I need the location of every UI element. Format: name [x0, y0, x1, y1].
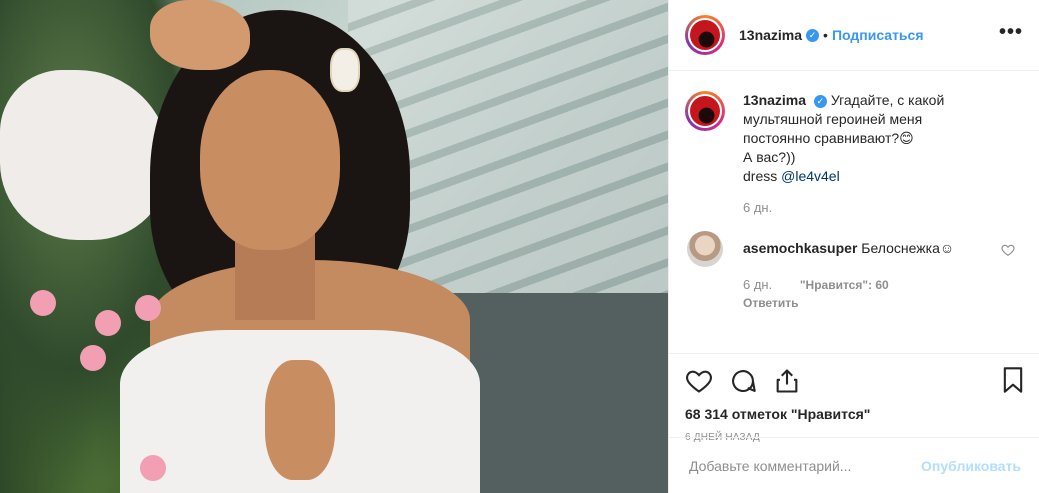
author-avatar[interactable] — [685, 15, 725, 55]
caption-line-4: А вас?)) — [743, 149, 796, 165]
more-options-icon[interactable]: ••• — [999, 22, 1023, 42]
share-icon[interactable] — [773, 367, 801, 395]
follow-button[interactable]: Подписаться — [832, 27, 924, 43]
caption-avatar[interactable] — [685, 91, 725, 131]
comment-text: asemochkasuper Белоснежка☺ — [743, 239, 993, 258]
caption-line-3: постоянно сравнивают?😊 — [743, 130, 914, 146]
comment-meta: 6 дн. "Нравится": 60 — [743, 277, 1023, 292]
caption-line-1: Угадайте, с какой — [830, 92, 945, 108]
comment-username[interactable]: asemochkasuper — [743, 240, 857, 256]
comment-likes[interactable]: "Нравится": 60 — [800, 278, 889, 292]
commenter-avatar[interactable] — [687, 231, 723, 267]
comments-section: 13nazima ✓ Угадайте, с какой мультяшной … — [669, 71, 1039, 353]
post-header: 13nazima ✓ • Подписаться ••• — [669, 0, 1039, 71]
add-comment-bar: Опубликовать — [669, 437, 1039, 493]
action-icons — [685, 366, 1023, 396]
comment-like-heart-icon[interactable] — [1001, 243, 1015, 257]
caption-meta: 6 дн. — [743, 200, 1023, 215]
comment-time[interactable]: 6 дн. — [743, 277, 772, 292]
post-photo[interactable] — [0, 0, 668, 493]
caption-time[interactable]: 6 дн. — [743, 200, 772, 215]
author-username[interactable]: 13nazima — [739, 27, 802, 43]
mention-link[interactable]: @le4v4el — [781, 168, 840, 184]
lower-hand — [265, 360, 335, 480]
verified-badge-icon: ✓ — [813, 94, 827, 108]
face — [200, 70, 340, 250]
separator-dot: • — [823, 27, 828, 43]
comment-body: Белоснежка☺ — [861, 240, 955, 256]
verified-badge-icon: ✓ — [806, 28, 820, 42]
likes-count[interactable]: 68 314 отметок "Нравится" — [685, 406, 1023, 422]
caption: 13nazima ✓ Угадайте, с какой мультяшной … — [685, 91, 1023, 186]
reply-button[interactable]: Ответить — [743, 296, 1023, 310]
raised-hand — [150, 0, 250, 70]
comment: asemochkasuper Белоснежка☺ — [685, 231, 1023, 267]
heart-icon[interactable] — [685, 367, 713, 395]
comment-input[interactable] — [687, 456, 916, 475]
post-side-panel: 13nazima ✓ • Подписаться ••• 13nazima ✓ … — [668, 0, 1039, 493]
hair-clip — [330, 48, 360, 92]
caption-text: 13nazima ✓ Угадайте, с какой мультяшной … — [743, 91, 993, 186]
post-actions: 68 314 отметок "Нравится" 6 ДНЕЙ НАЗАД О… — [669, 353, 1039, 493]
caption-line-2: мультяшной героиней меня — [743, 111, 923, 127]
instagram-post: 13nazima ✓ • Подписаться ••• 13nazima ✓ … — [0, 0, 1039, 493]
bookmark-icon[interactable] — [999, 366, 1027, 394]
publish-button[interactable]: Опубликовать — [915, 457, 1027, 475]
comment-icon[interactable] — [729, 367, 757, 395]
caption-username[interactable]: 13nazima — [743, 92, 806, 108]
caption-line-5-prefix: dress — [743, 168, 782, 184]
